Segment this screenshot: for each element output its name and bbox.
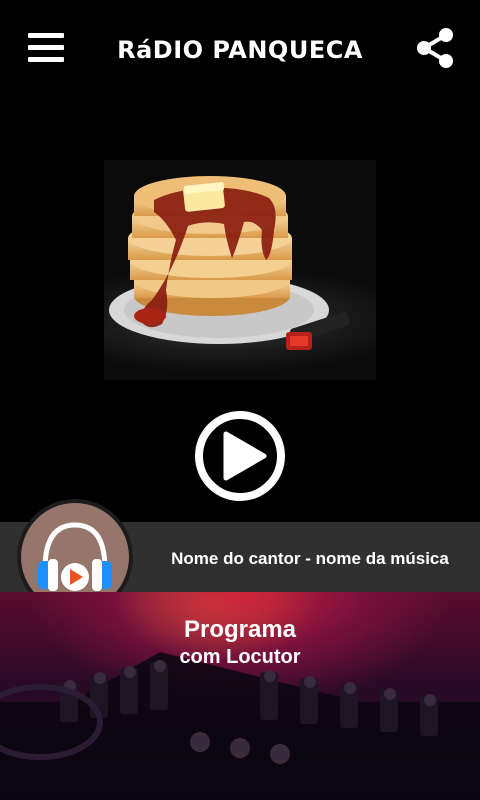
now-playing-text: Nome do cantor - nome da música: [171, 549, 449, 568]
program-title: Programa: [183, 616, 297, 643]
radio-app: RáDIO PANQUECA Nome do cantor - nome da …: [0, 0, 480, 800]
app-title: RáDIO PANQUECA: [117, 36, 363, 64]
program-host: com Locutor: [179, 646, 301, 668]
play-icon: [195, 411, 285, 501]
app-header: RáDIO PANQUECA: [0, 0, 480, 100]
play-button[interactable]: [194, 410, 286, 502]
album-art: [104, 160, 376, 380]
share-icon[interactable]: [414, 27, 456, 69]
program-banner: Programa com Locutor: [0, 592, 480, 800]
